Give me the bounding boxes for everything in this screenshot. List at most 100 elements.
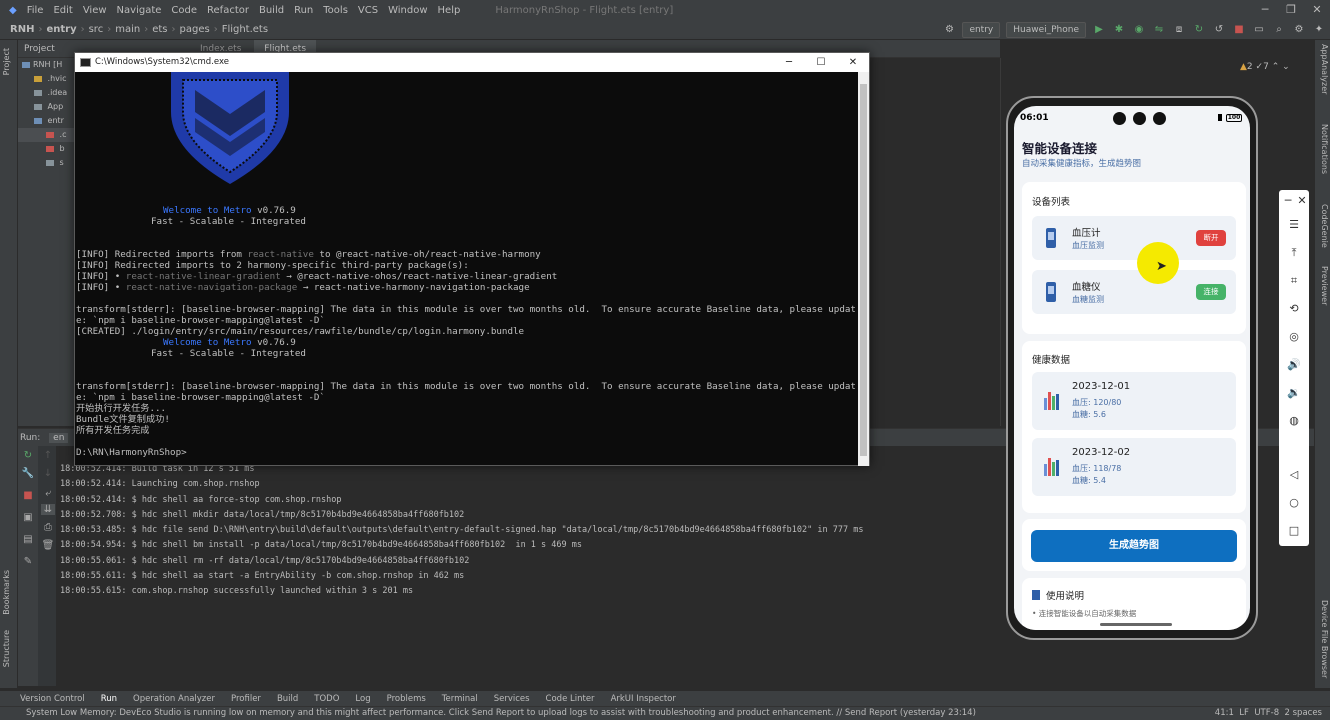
tab-version-control[interactable]: Version Control xyxy=(20,694,85,704)
tab-structure[interactable]: Structure xyxy=(2,630,16,667)
print-icon[interactable]: ⎙ xyxy=(41,522,55,533)
breadcrumb-ets[interactable]: ets xyxy=(148,24,171,35)
menu-build[interactable]: Build xyxy=(254,5,289,16)
soft-wrap-icon[interactable]: ⤶ xyxy=(41,488,55,499)
cmd-scrollbar[interactable] xyxy=(858,72,869,466)
recent-apps-icon[interactable]: □ xyxy=(1279,524,1309,537)
reload-icon[interactable]: ↺ xyxy=(1212,23,1226,37)
minimize-icon[interactable]: ─ xyxy=(1252,0,1278,20)
coverage-icon[interactable]: ⧈ xyxy=(1172,23,1186,37)
device-item[interactable]: 血糖仪 血糖监测 连接 xyxy=(1032,270,1236,314)
plugin-icon[interactable]: ✦ xyxy=(1312,23,1326,37)
menu-run[interactable]: Run xyxy=(289,5,318,16)
cmd-window[interactable]: C:\Windows\System32\cmd.exe ─ ☐ ✕ Welcom… xyxy=(74,52,870,466)
cmd-maximize-icon[interactable]: ☐ xyxy=(805,53,837,72)
tab-device-file-browser[interactable]: Device File Browser xyxy=(1317,600,1329,678)
arrow-down-icon[interactable]: ↓ xyxy=(41,468,55,479)
tab-bookmarks[interactable]: Bookmarks xyxy=(2,570,16,615)
cmd-close-icon[interactable]: ✕ xyxy=(837,53,869,72)
debug-icon[interactable]: ✱ xyxy=(1112,23,1126,37)
file-encoding[interactable]: UTF-8 xyxy=(1254,708,1279,718)
run-icon[interactable]: ▶ xyxy=(1092,23,1106,37)
tree-item[interactable]: .idea xyxy=(18,86,80,100)
tab-code-linter[interactable]: Code Linter xyxy=(546,694,595,704)
tab-terminal[interactable]: Terminal xyxy=(442,694,478,704)
trash-icon[interactable]: 🗑 xyxy=(41,540,55,551)
menu-view[interactable]: View xyxy=(78,5,112,16)
tab-appanalyzer[interactable]: AppAnalyzer xyxy=(1317,44,1329,94)
layout-icon[interactable]: ▤ xyxy=(21,534,35,545)
wrench-icon[interactable]: 🔧 xyxy=(21,468,35,479)
home-icon[interactable]: ○ xyxy=(1279,496,1309,509)
settings-gear-icon[interactable]: ⚙ xyxy=(942,23,956,37)
cmd-output[interactable]: Welcome to Metro v0.76.9 Fast - Scalable… xyxy=(75,72,859,466)
run-console[interactable]: 18:00:52.414: Build task in 12 s 51 ms 1… xyxy=(60,462,863,600)
attach-icon[interactable]: ⇋ xyxy=(1152,23,1166,37)
stop-icon[interactable]: ■ xyxy=(21,490,35,501)
tab-codegenie[interactable]: CodeGenie xyxy=(1317,204,1329,248)
tree-item[interactable]: RNH [H xyxy=(18,58,80,72)
tree-item[interactable]: s xyxy=(18,156,80,170)
status-bar-message[interactable]: System Low Memory: DevEco Studio is runn… xyxy=(0,706,1330,720)
run-tab-entry[interactable]: en xyxy=(49,433,69,443)
breadcrumb-file[interactable]: Flight.ets xyxy=(218,24,272,35)
caret-position[interactable]: 41:1 xyxy=(1215,708,1234,718)
project-panel-title[interactable]: Project xyxy=(18,40,80,58)
generate-trend-button[interactable]: 生成趋势图 xyxy=(1031,530,1237,562)
menu-refactor[interactable]: Refactor xyxy=(202,5,254,16)
health-record[interactable]: 2023-12-02 血压: 118/78 血糖: 5.4 xyxy=(1032,438,1236,496)
tree-item[interactable]: App xyxy=(18,100,80,114)
menu-window[interactable]: Window xyxy=(383,5,432,16)
back-icon[interactable]: ◁ xyxy=(1279,468,1309,481)
cmd-titlebar[interactable]: C:\Windows\System32\cmd.exe ─ ☐ ✕ xyxy=(75,53,869,72)
tree-item[interactable]: b xyxy=(18,142,80,156)
tab-operation-analyzer[interactable]: Operation Analyzer xyxy=(133,694,215,704)
connect-button[interactable]: 连接 xyxy=(1196,284,1226,300)
profile-icon[interactable]: ◉ xyxy=(1132,23,1146,37)
upload-icon[interactable]: ⤒ xyxy=(1279,246,1309,260)
stop-icon[interactable]: ■ xyxy=(1232,23,1246,37)
tab-profiler[interactable]: Profiler xyxy=(231,694,261,704)
tab-previewer[interactable]: Previewer xyxy=(1317,266,1329,305)
health-record[interactable]: 2023-12-01 血压: 120/80 血糖: 5.6 xyxy=(1032,372,1236,430)
menu-navigate[interactable]: Navigate xyxy=(112,5,167,16)
crop-icon[interactable]: ⌗ xyxy=(1279,274,1309,288)
tab-services[interactable]: Services xyxy=(494,694,530,704)
settings-icon[interactable]: ⚙ xyxy=(1292,23,1306,37)
cmd-minimize-icon[interactable]: ─ xyxy=(773,53,805,72)
menu-edit[interactable]: Edit xyxy=(48,5,77,16)
menu-code[interactable]: Code xyxy=(166,5,202,16)
home-indicator[interactable] xyxy=(1100,623,1172,626)
tab-run[interactable]: Run xyxy=(101,694,117,704)
rerun-icon[interactable]: ↻ xyxy=(1192,23,1206,37)
fingerprint-icon[interactable]: ◍ xyxy=(1279,414,1309,427)
disconnect-button[interactable]: 断开 xyxy=(1196,230,1226,246)
tab-build[interactable]: Build xyxy=(277,694,298,704)
tab-log[interactable]: Log xyxy=(355,694,370,704)
breadcrumb-src[interactable]: src xyxy=(85,24,108,35)
line-ending[interactable]: LF xyxy=(1239,708,1249,718)
restore-icon[interactable]: ❐ xyxy=(1278,0,1304,20)
breadcrumb-project[interactable]: RNH xyxy=(6,24,38,35)
tab-arkui-inspector[interactable]: ArkUI Inspector xyxy=(611,694,676,704)
phone-screen[interactable]: 06:01 100 智能设备连接 自动采集健康指标，生成趋势图 设备列表 血压计… xyxy=(1014,106,1250,630)
tree-item[interactable]: .hvic xyxy=(18,72,80,86)
close-icon[interactable]: ✕ xyxy=(1304,0,1330,20)
close-icon[interactable]: ✕ xyxy=(1287,194,1317,207)
arrow-up-icon[interactable]: ↑ xyxy=(41,450,55,461)
scroll-to-end-icon[interactable]: ⇊ xyxy=(41,504,55,515)
camera-icon[interactable]: ▣ xyxy=(21,512,35,523)
menu-vcs[interactable]: VCS xyxy=(353,5,383,16)
device-manager-icon[interactable]: ▭ xyxy=(1252,23,1266,37)
volume-up-icon[interactable]: 🔊 xyxy=(1279,358,1309,371)
device-item[interactable]: 血压计 血压监测 断开 xyxy=(1032,216,1236,260)
location-icon[interactable]: ◎ xyxy=(1279,330,1309,343)
pin-icon[interactable]: ✎ xyxy=(21,556,35,567)
tab-project[interactable]: Project xyxy=(2,48,16,75)
tab-todo[interactable]: TODO xyxy=(314,694,339,704)
cmd-prompt[interactable]: D:\RN\HarmonyRnShop> xyxy=(76,447,187,458)
breadcrumb-pages[interactable]: pages xyxy=(176,24,214,35)
tree-item[interactable]: .c xyxy=(18,128,80,142)
tab-problems[interactable]: Problems xyxy=(387,694,426,704)
menu-help[interactable]: Help xyxy=(433,5,466,16)
